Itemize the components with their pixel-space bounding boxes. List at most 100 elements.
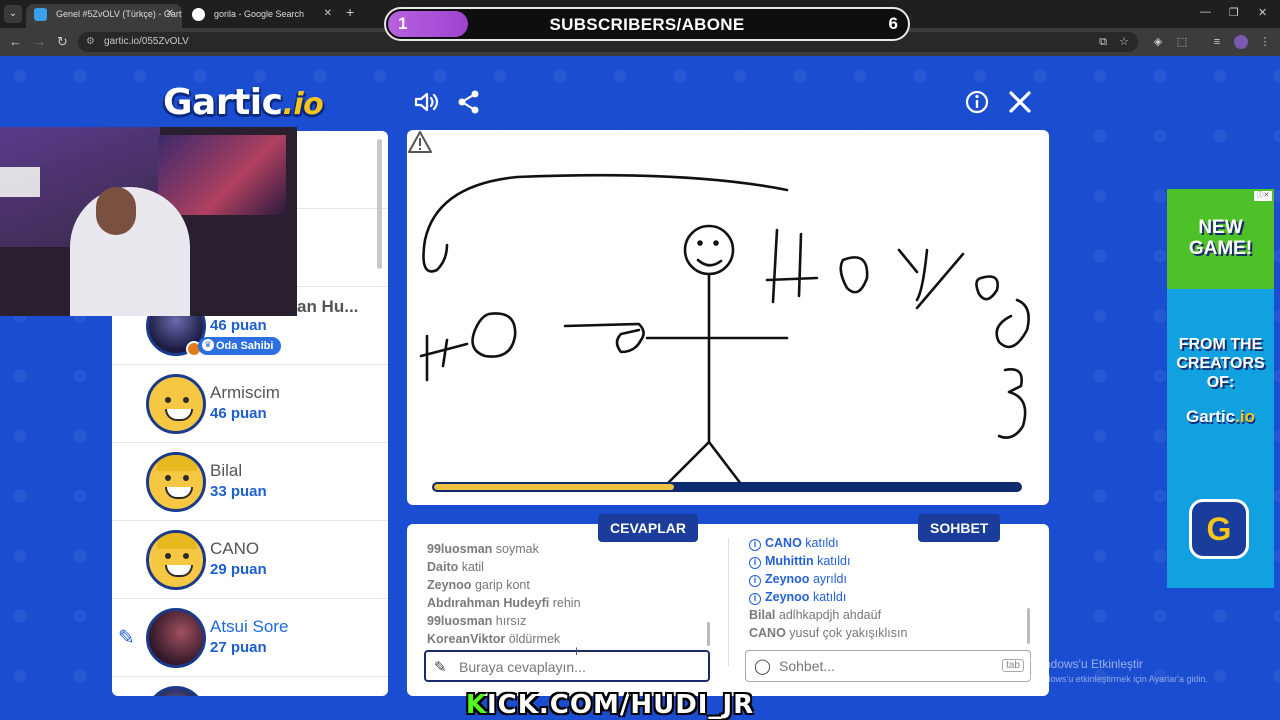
tab-gartic[interactable]: Genel #5ZvOLV (Türkçe) - Gartic ✕ bbox=[26, 4, 182, 28]
message-user: CANO bbox=[765, 536, 802, 550]
message-text: yusuf çok yakışıklısın bbox=[789, 626, 908, 640]
chat-message: Abdırahman Hudeyfi rehin bbox=[427, 594, 581, 612]
close-icon[interactable] bbox=[1006, 88, 1034, 116]
avatar bbox=[146, 608, 206, 668]
avatar bbox=[146, 452, 206, 512]
message-text: soymak bbox=[495, 542, 539, 556]
player-row[interactable]: CANO 29 puan bbox=[112, 521, 388, 599]
report-warning-icon[interactable] bbox=[407, 130, 433, 154]
player-score: 46 puan bbox=[210, 317, 267, 334]
message-user: Daito bbox=[427, 560, 459, 574]
playlist-icon[interactable]: ≡ bbox=[1210, 35, 1224, 49]
text-cursor-icon: Ι bbox=[575, 646, 579, 658]
message-user: 99luosman bbox=[427, 614, 493, 628]
answer-input[interactable]: ✎ Buraya cevaplayın... bbox=[424, 650, 710, 682]
player-score: 33 puan bbox=[210, 483, 267, 500]
ad-banner[interactable]: ⓘ✕ NEW GAME! FROM THE CREATORS OF: Garti… bbox=[1167, 189, 1274, 588]
system-message: i Muhittin katıldı bbox=[749, 552, 907, 570]
site-info-icon[interactable]: ⚙ bbox=[86, 36, 95, 47]
chat-message: Bilal adlhkapdjh ahdaüf bbox=[749, 606, 907, 624]
message-user: Muhittin bbox=[765, 554, 814, 568]
url-text: gartic.io/055ZvOLV bbox=[104, 36, 189, 47]
close-tab-icon[interactable]: ✕ bbox=[166, 4, 174, 24]
tab-label: gorila - Google Search bbox=[214, 9, 305, 19]
message-user: Zeynoo bbox=[765, 572, 810, 586]
info-icon: i bbox=[749, 557, 761, 569]
gartic-favicon-icon bbox=[34, 8, 47, 21]
reload-icon[interactable]: ↻ bbox=[57, 34, 68, 50]
message-user: Zeynoo bbox=[427, 578, 472, 592]
ad-app-icon[interactable]: G bbox=[1189, 499, 1249, 559]
info-icon: i bbox=[749, 539, 761, 551]
chat-message: KoreanViktor öldürmek bbox=[427, 630, 581, 648]
info-icon[interactable] bbox=[963, 88, 991, 116]
close-window-icon[interactable]: ✕ bbox=[1258, 6, 1267, 19]
chat-input[interactable]: ◯ Sohbet... tab bbox=[745, 650, 1031, 682]
kick-channel-link: KICK.COM/HUDI_JR bbox=[465, 690, 755, 720]
minimize-icon[interactable]: — bbox=[1200, 6, 1211, 18]
player-score: 46 puan bbox=[210, 405, 267, 422]
players-scrollbar[interactable] bbox=[377, 139, 382, 269]
ad-tagline: FROM THE CREATORS OF: bbox=[1176, 336, 1265, 391]
tab-chat[interactable]: SOHBET bbox=[918, 514, 1001, 542]
system-message: i Zeynoo ayrıldı bbox=[749, 570, 907, 588]
gartic-logo: Gartic.io bbox=[163, 82, 324, 123]
tab-google[interactable]: gorila - Google Search ✕ bbox=[184, 4, 340, 28]
message-user: Abdırahman Hudeyfi bbox=[427, 596, 550, 610]
player-name: Bilal bbox=[210, 461, 243, 480]
answer-placeholder: Buraya cevaplayın... bbox=[459, 659, 586, 675]
webcam-overlay bbox=[0, 127, 297, 316]
player-score: 29 puan bbox=[210, 561, 267, 578]
player-row[interactable]: Bilal 33 puan bbox=[112, 443, 388, 521]
message-text: katil bbox=[461, 560, 484, 574]
drawing-timer-bar bbox=[432, 482, 1022, 492]
message-text: ayrıldı bbox=[812, 572, 847, 586]
chat-divider bbox=[728, 538, 729, 666]
cast-icon[interactable]: ⧉ bbox=[1096, 35, 1110, 49]
close-tab-icon[interactable]: ✕ bbox=[324, 4, 332, 24]
chat-scrollbar[interactable] bbox=[1027, 608, 1030, 644]
bookmark-star-icon[interactable]: ☆ bbox=[1117, 35, 1131, 49]
ad-close-icon[interactable]: ⓘ✕ bbox=[1254, 191, 1272, 201]
chat-message: Daito katil bbox=[427, 558, 581, 576]
subscriber-goal-target: 6 bbox=[888, 14, 898, 33]
player-row[interactable]: Armiscim 46 puan bbox=[112, 365, 388, 443]
message-user: Bilal bbox=[749, 608, 776, 622]
chat-message: CANO yusuf çok yakışıklısın bbox=[749, 624, 907, 642]
back-icon[interactable]: ← bbox=[9, 34, 22, 49]
player-row-drawing[interactable]: ✎ Atsui Sore 27 puan bbox=[112, 599, 388, 677]
system-message: i Zeynoo katıldı bbox=[749, 588, 907, 606]
timer-fill bbox=[434, 484, 675, 490]
ad-headline: NEW GAME! bbox=[1188, 217, 1253, 259]
drawing-canvas[interactable] bbox=[407, 130, 1049, 505]
message-text: rehin bbox=[552, 596, 581, 610]
message-user: Zeynoo bbox=[765, 590, 810, 604]
restore-icon[interactable]: ❐ bbox=[1229, 6, 1239, 19]
message-text: katıldı bbox=[805, 536, 839, 550]
tab-answers[interactable]: CEVAPLAR bbox=[598, 514, 698, 542]
pencil-icon: ✎ bbox=[434, 659, 447, 676]
forward-icon[interactable]: → bbox=[33, 34, 46, 49]
new-tab-icon[interactable]: + bbox=[346, 4, 354, 20]
message-user: 99luosman bbox=[427, 542, 493, 556]
profile-avatar-icon[interactable] bbox=[1234, 35, 1248, 49]
windows-activate-title: Windows'u Etkinleştir bbox=[1030, 657, 1143, 671]
chat-bubble-icon: ◯ bbox=[754, 658, 771, 675]
more-menu-icon[interactable]: ⋮ bbox=[1258, 35, 1272, 49]
chat-placeholder: Sohbet... bbox=[779, 658, 836, 674]
answers-list: 99luosman soymak Daito katil Zeynoo garip … bbox=[427, 540, 581, 648]
player-name: an Hu... bbox=[297, 297, 359, 316]
message-user: KoreanViktor bbox=[427, 632, 506, 646]
pencil-icon: ✎ bbox=[118, 627, 135, 649]
tab-search-icon[interactable]: ⌄ bbox=[4, 5, 22, 23]
avatar bbox=[146, 374, 206, 434]
info-icon: i bbox=[749, 593, 761, 605]
ad-brand-logo: Gartic.io bbox=[1186, 407, 1255, 426]
sound-icon[interactable] bbox=[412, 88, 440, 116]
message-text: garip kont bbox=[474, 578, 530, 592]
share-icon[interactable] bbox=[455, 88, 483, 116]
subscriber-goal-title: SUBSCRIBERS/ABONE bbox=[549, 15, 745, 34]
answers-scrollbar[interactable] bbox=[707, 622, 710, 646]
shield-icon[interactable]: ◈ bbox=[1151, 35, 1165, 49]
extensions-icon[interactable]: ⬚ bbox=[1175, 35, 1189, 49]
